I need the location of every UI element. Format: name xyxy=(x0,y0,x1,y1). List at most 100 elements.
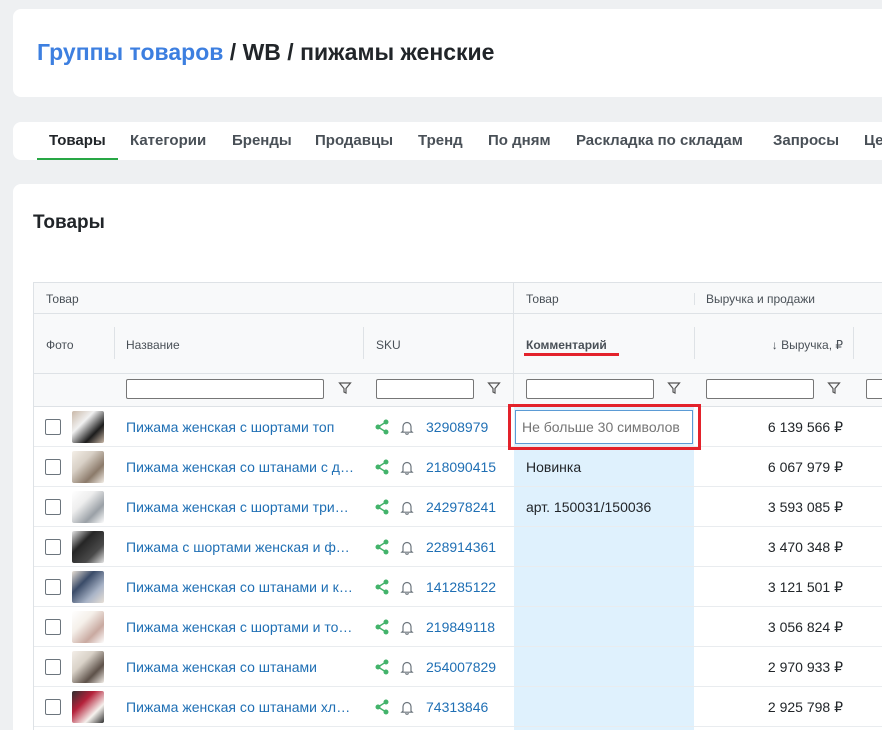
header-divider xyxy=(34,313,882,314)
revenue-cell: 6 067 979 ₽ xyxy=(767,459,843,475)
product-name-link[interactable]: Пижама женская со штанами и кофтой xyxy=(126,579,354,595)
bell-icon[interactable] xyxy=(400,540,414,555)
bell-icon[interactable] xyxy=(400,580,414,595)
column-header-sku[interactable]: SKU xyxy=(376,338,401,352)
group-divider xyxy=(513,283,514,407)
share-icon[interactable] xyxy=(375,539,389,555)
revenue-cell: 3 593 085 ₽ xyxy=(767,499,843,515)
row-checkbox[interactable] xyxy=(45,539,61,555)
comment-cell[interactable]: арт. 150031/150036 xyxy=(526,499,651,515)
comment-filter-input[interactable] xyxy=(526,379,654,399)
next-column-filter-input[interactable] xyxy=(866,379,882,399)
column-header-name[interactable]: Название xyxy=(126,338,180,352)
name-filter-input[interactable] xyxy=(126,379,324,399)
product-name-link[interactable]: Пижама с шортами женская и футболка xyxy=(126,539,354,555)
bell-icon[interactable] xyxy=(400,700,414,715)
table-row: Пижама женская со штанами с длинным рука… xyxy=(34,447,882,487)
table-row: Пижама женская со штанами хлопковая 74313… xyxy=(34,687,882,727)
share-icon[interactable] xyxy=(375,699,389,715)
row-checkbox[interactable] xyxy=(45,579,61,595)
tab-products[interactable]: Товары xyxy=(49,132,106,149)
share-icon[interactable] xyxy=(375,579,389,595)
row-checkbox[interactable] xyxy=(45,499,61,515)
sku-filter-input[interactable] xyxy=(376,379,474,399)
tab-queries[interactable]: Запросы xyxy=(773,132,839,149)
table-row: Пижама женская с шортами трикотажная 2429… xyxy=(34,487,882,527)
comment-header-red-underline xyxy=(524,353,619,356)
product-photo[interactable] xyxy=(72,491,104,523)
share-icon[interactable] xyxy=(375,659,389,675)
edit-field-red-outline xyxy=(508,404,701,450)
tabs-bar: Товары Категории Бренды Продавцы Тренд П… xyxy=(13,122,882,160)
column-header-comment[interactable]: Комментарий xyxy=(526,338,607,352)
column-header-revenue[interactable]: ↓ Выручка, ₽ xyxy=(694,338,843,352)
product-name-link[interactable]: Пижама женская со штанами хлопковая xyxy=(126,699,354,715)
tab-warehouse-layout[interactable]: Раскладка по складам xyxy=(576,132,743,149)
table-row: Пижама с шортами женская и футболка 22891… xyxy=(34,527,882,567)
bell-icon[interactable] xyxy=(400,660,414,675)
sku-link[interactable]: 242978241 xyxy=(426,499,496,515)
tab-sellers[interactable]: Продавцы xyxy=(315,132,393,149)
sku-link[interactable]: 254007829 xyxy=(426,659,496,675)
product-photo[interactable] xyxy=(72,611,104,643)
row-divider xyxy=(34,726,882,727)
product-name-link[interactable]: Пижама женская с шортами и топом xyxy=(126,619,354,635)
group-header-product: Товар xyxy=(46,292,79,306)
bell-icon[interactable] xyxy=(400,460,414,475)
share-icon[interactable] xyxy=(375,459,389,475)
sku-link[interactable]: 219849118 xyxy=(426,619,495,635)
product-photo[interactable] xyxy=(72,691,104,723)
table-row: Пижама женская со штанами 254007829 2 970 … xyxy=(34,647,882,687)
revenue-cell: 3 470 348 ₽ xyxy=(767,539,843,555)
row-checkbox[interactable] xyxy=(45,419,61,435)
row-checkbox[interactable] xyxy=(45,699,61,715)
filter-icon[interactable] xyxy=(487,381,501,395)
product-name-link[interactable]: Пижама женская со штанами с длинным рука… xyxy=(126,459,354,475)
comment-cell[interactable]: Новинка xyxy=(526,459,581,475)
share-icon[interactable] xyxy=(375,419,389,435)
product-photo[interactable] xyxy=(72,451,104,483)
bell-icon[interactable] xyxy=(400,420,414,435)
product-name-link[interactable]: Пижама женская со штанами xyxy=(126,659,354,675)
row-checkbox[interactable] xyxy=(45,619,61,635)
header-divider xyxy=(34,373,882,374)
row-checkbox[interactable] xyxy=(45,659,61,675)
sku-link[interactable]: 74313846 xyxy=(426,699,488,715)
tab-trend[interactable]: Тренд xyxy=(418,132,463,149)
bell-icon[interactable] xyxy=(400,500,414,515)
revenue-cell: 2 970 933 ₽ xyxy=(767,659,843,675)
filter-icon[interactable] xyxy=(667,381,681,395)
product-photo[interactable] xyxy=(72,411,104,443)
row-checkbox[interactable] xyxy=(45,459,61,475)
breadcrumb-link-product-groups[interactable]: Группы товаров xyxy=(37,39,223,65)
sku-link[interactable]: 218090415 xyxy=(426,459,496,475)
product-name-link[interactable]: Пижама женская с шортами топ xyxy=(126,419,354,435)
tab-brands[interactable]: Бренды xyxy=(232,132,292,149)
product-photo[interactable] xyxy=(72,571,104,603)
share-icon[interactable] xyxy=(375,619,389,635)
title-card: Группы товаров / WB / пижамы женские xyxy=(13,9,882,97)
column-header-photo[interactable]: Фото xyxy=(46,338,74,352)
tab-categories[interactable]: Категории xyxy=(130,132,206,149)
products-table: Товар Товар Выручка и продажи Фото Назва… xyxy=(33,282,882,730)
revenue-cell: 2 925 798 ₽ xyxy=(767,699,843,715)
section-title: Товары xyxy=(33,212,105,233)
column-divider xyxy=(363,327,364,359)
tab-prices[interactable]: Це xyxy=(864,132,882,149)
bell-icon[interactable] xyxy=(400,620,414,635)
filter-icon[interactable] xyxy=(338,381,352,395)
page-title: Группы товаров / WB / пижамы женские xyxy=(37,39,494,66)
table-row: Пижама женская с шортами топ 32908979 6 13… xyxy=(34,407,882,447)
filter-icon[interactable] xyxy=(827,381,841,395)
breadcrumb-rest: / WB / пижамы женские xyxy=(223,39,495,65)
share-icon[interactable] xyxy=(375,499,389,515)
sku-link[interactable]: 141285122 xyxy=(426,579,496,595)
revenue-filter-input[interactable] xyxy=(706,379,814,399)
product-name-link[interactable]: Пижама женская с шортами трикотажная xyxy=(126,499,354,515)
revenue-cell: 6 139 566 ₽ xyxy=(767,419,843,435)
sku-link[interactable]: 32908979 xyxy=(426,419,488,435)
product-photo[interactable] xyxy=(72,531,104,563)
product-photo[interactable] xyxy=(72,651,104,683)
sku-link[interactable]: 228914361 xyxy=(426,539,496,555)
tab-by-days[interactable]: По дням xyxy=(488,132,551,149)
